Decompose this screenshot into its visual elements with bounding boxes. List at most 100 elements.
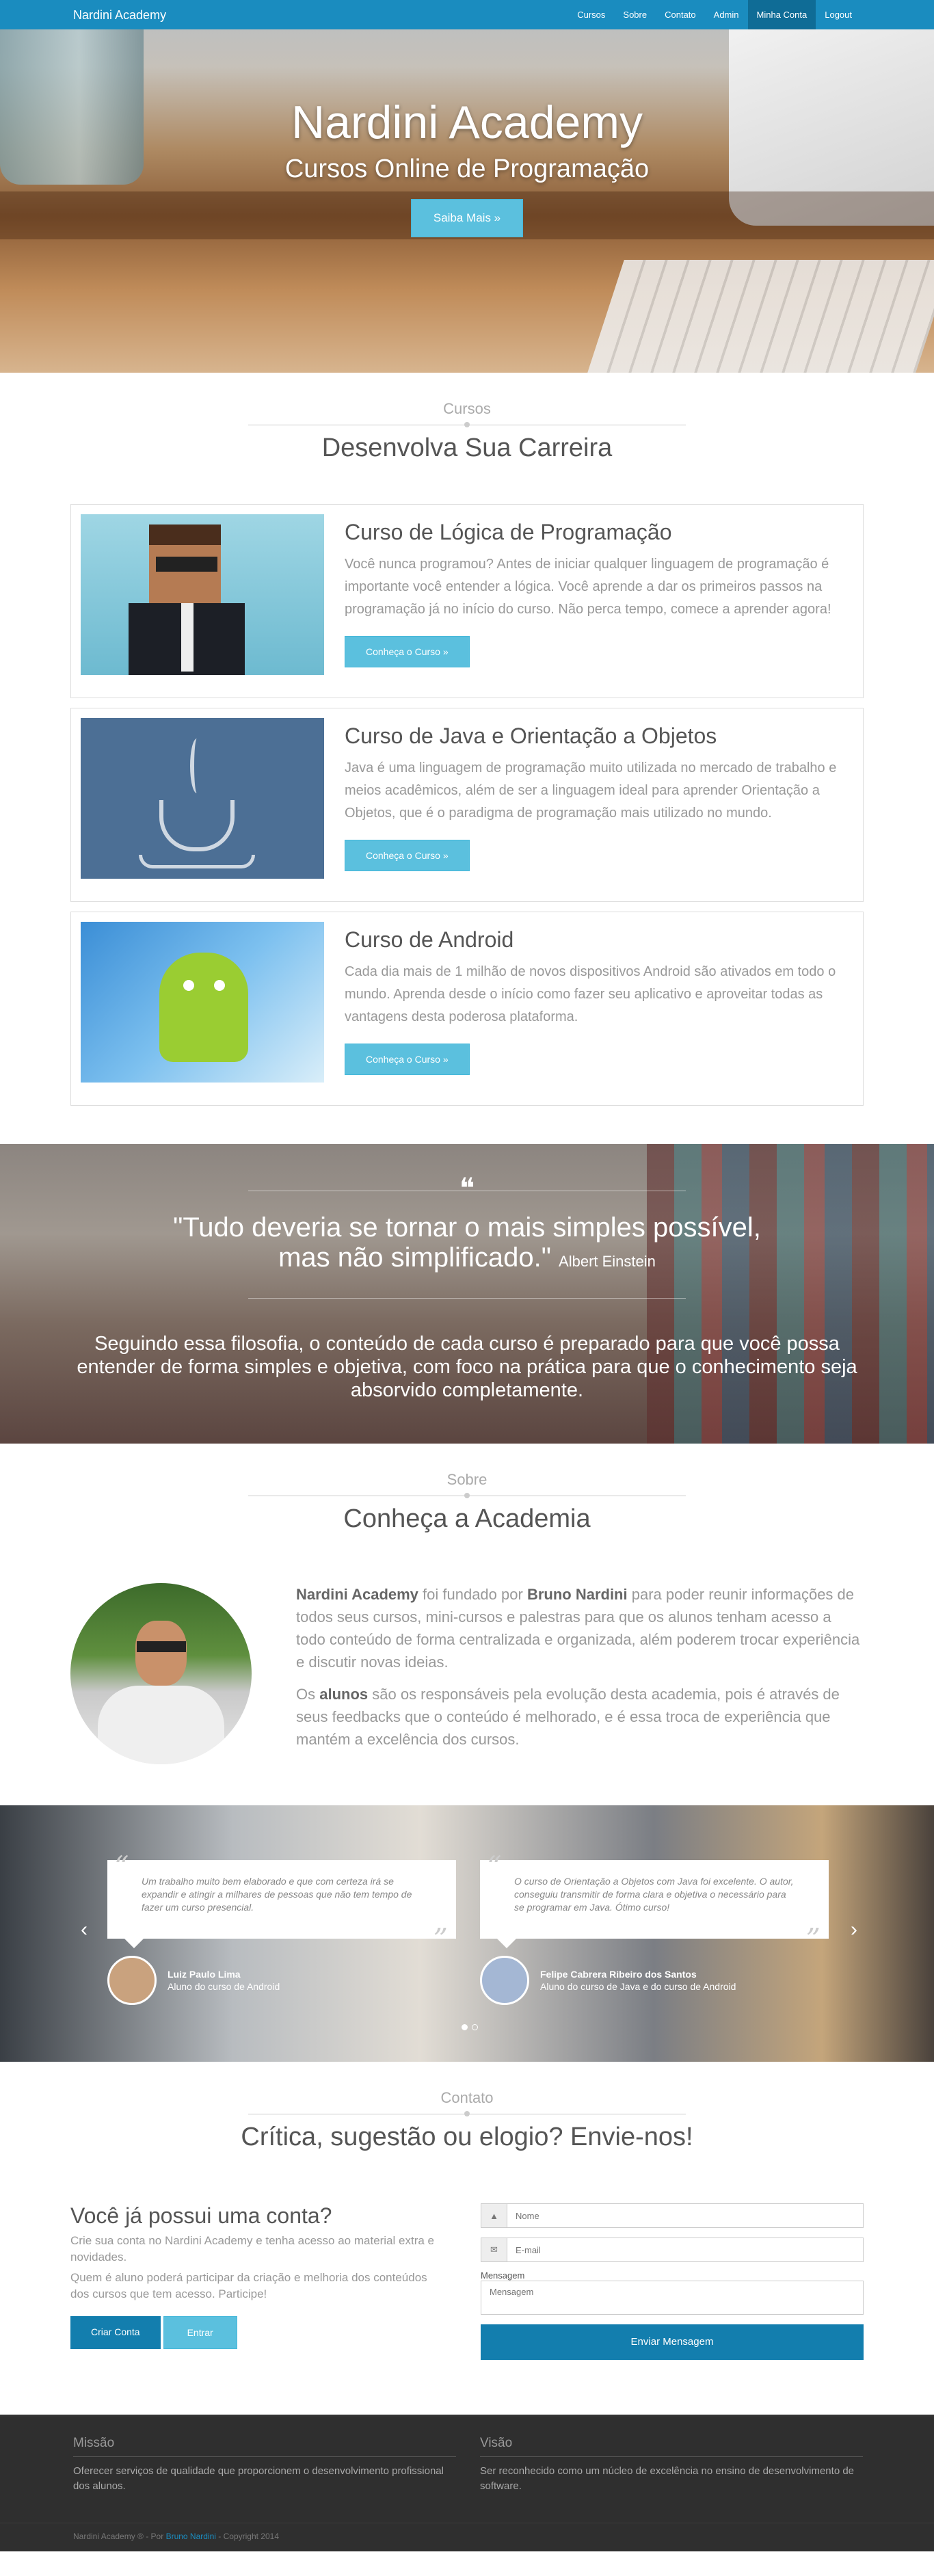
- envelope-icon: ✉: [481, 2238, 507, 2261]
- nav-item-sobre[interactable]: Sobre: [614, 0, 656, 29]
- open-quote-icon: “: [114, 1850, 129, 1883]
- course-title[interactable]: Curso de Lógica de Programação: [345, 520, 853, 545]
- nav-item-logout[interactable]: Logout: [816, 0, 861, 29]
- hero-title: Nardini Academy: [291, 96, 643, 148]
- carousel-dot[interactable]: [462, 2024, 468, 2030]
- about-text-fragment: foi fundado por: [418, 1586, 527, 1603]
- nav-item-cursos[interactable]: Cursos: [568, 0, 614, 29]
- testimonial-author: Felipe Cabrera Ribeiro dos Santos Aluno …: [480, 1956, 736, 2005]
- testimonials-carousel: ‹ “ Um trabalho muito bem elaborado e qu…: [0, 1805, 934, 2062]
- user-icon: ▲: [481, 2204, 507, 2227]
- about-section: Sobre Conheça a Academia Nardini Academy…: [70, 1444, 864, 1805]
- student-avatar: [107, 1956, 157, 2005]
- quote-line-1: "Tudo deveria se tornar o mais simples p…: [173, 1212, 761, 1243]
- course-title[interactable]: Curso de Android: [345, 927, 853, 953]
- account-panel: Você já possui uma conta? Crie sua conta…: [70, 2203, 440, 2360]
- course-description: Java é uma linguagem de programação muit…: [345, 760, 837, 821]
- course-card-android: Curso de Android Cada dia mais de 1 milh…: [70, 912, 864, 1106]
- carousel-dot[interactable]: [472, 2024, 478, 2030]
- testimonial-text: Um trabalho muito bem elaborado e que co…: [142, 1876, 412, 1913]
- quote-divider-bottom: [248, 1298, 686, 1299]
- course-thumbnail-java-cup[interactable]: [81, 718, 324, 879]
- nav-menu: Cursos Sobre Contato Admin Minha Conta L…: [568, 0, 861, 29]
- testimonial-card: “ O curso de Orientação a Objetos com Ja…: [480, 1850, 829, 1954]
- carousel-prev-arrow-icon[interactable]: ‹: [81, 1918, 88, 1941]
- hero-more-button[interactable]: Saiba Mais »: [410, 199, 524, 237]
- email-input[interactable]: [507, 2238, 863, 2261]
- hero-subtitle: Cursos Online de Programação: [284, 155, 650, 183]
- copyright-bar: Nardini Academy ® - Por Bruno Nardini - …: [0, 2523, 934, 2542]
- about-section-label: Sobre: [446, 1471, 488, 1488]
- copyright-suffix: - Copyright 2014: [215, 2532, 279, 2541]
- send-message-button[interactable]: Enviar Mensagem: [481, 2324, 864, 2360]
- course-title[interactable]: Curso de Java e Orientação a Objetos: [345, 723, 853, 749]
- about-section-title: Conheça a Academia: [343, 1504, 591, 1533]
- testimonial-text: O curso de Orientação a Objetos com Java…: [514, 1876, 794, 1913]
- login-button[interactable]: Entrar: [163, 2316, 237, 2349]
- copyright-prefix: Nardini Academy ® - Por: [73, 2532, 166, 2541]
- about-brand-name: Nardini Academy: [296, 1586, 418, 1603]
- nav-item-admin[interactable]: Admin: [705, 0, 748, 29]
- nav-item-contato[interactable]: Contato: [656, 0, 705, 29]
- footer-vision: Visão Ser reconhecido como um núcleo de …: [480, 2436, 863, 2494]
- hero-banner: Nardini Academy Cursos Online de Program…: [0, 0, 934, 373]
- footer-divider: [73, 2456, 456, 2457]
- carousel-indicators: [462, 2024, 478, 2030]
- hero-keyboard-image: [587, 260, 934, 373]
- vision-text: Ser reconhecido como um núcleo de excelê…: [480, 2465, 855, 2492]
- student-avatar: [480, 1956, 529, 2005]
- courses-section-title: Desenvolva Sua Carreira: [321, 434, 613, 462]
- about-text-fragment: são os responsáveis pela evolução desta …: [296, 1686, 840, 1748]
- about-paragraph-1: Nardini Academy foi fundado por Bruno Na…: [296, 1583, 864, 1673]
- about-paragraph-2: Os alunos são os responsáveis pela evolu…: [296, 1683, 864, 1751]
- quote-line-2: mas não simplificado.": [278, 1243, 551, 1273]
- contact-section-label: Contato: [440, 2089, 494, 2106]
- contact-section-title: Crítica, sugestão ou elogio? Envie-nos!: [241, 2123, 693, 2151]
- navbar-brand[interactable]: Nardini Academy: [73, 8, 166, 23]
- quote-banner: ❝ "Tudo deveria se tornar o mais simples…: [0, 1144, 934, 1444]
- courses-section-label: Cursos: [443, 400, 491, 417]
- founder-avatar: [70, 1583, 252, 1764]
- about-founder-name: Bruno Nardini: [526, 1586, 628, 1603]
- student-course: Aluno do curso de Android: [168, 1981, 280, 1992]
- message-textarea[interactable]: [481, 2281, 864, 2315]
- footer: Missão Oferecer serviços de qualidade qu…: [0, 2415, 934, 2551]
- contact-form: ▲ ✉ Mensagem Enviar Mensagem: [481, 2203, 864, 2360]
- open-quote-icon: “: [487, 1850, 502, 1883]
- contact-section: Contato Crítica, sugestão ou elogio? Env…: [70, 2062, 864, 2415]
- student-course: Aluno do curso de Java e do curso de And…: [540, 1981, 736, 1992]
- student-name: Felipe Cabrera Ribeiro dos Santos: [540, 1969, 697, 1980]
- mission-title: Missão: [73, 2436, 115, 2450]
- author-link[interactable]: Bruno Nardini: [166, 2532, 216, 2541]
- nav-item-minha-conta[interactable]: Minha Conta: [747, 0, 816, 29]
- create-account-button[interactable]: Criar Conta: [70, 2316, 161, 2349]
- account-text-2: Quem é aluno poderá participar da criaçã…: [70, 2271, 427, 2300]
- course-details-button[interactable]: Conheça o Curso »: [345, 1044, 470, 1075]
- mission-text: Oferecer serviços de qualidade que propo…: [73, 2465, 444, 2492]
- top-navbar: Nardini Academy Cursos Sobre Contato Adm…: [0, 0, 934, 29]
- course-card-java: Curso de Java e Orientação a Objetos Jav…: [70, 708, 864, 902]
- account-title: Você já possui uma conta?: [70, 2203, 332, 2228]
- course-thumbnail-android-robot[interactable]: [81, 922, 324, 1083]
- vision-title: Visão: [480, 2436, 513, 2450]
- course-description: Cada dia mais de 1 milhão de novos dispo…: [345, 964, 836, 1024]
- course-details-button[interactable]: Conheça o Curso »: [345, 636, 470, 667]
- testimonial-card: “ Um trabalho muito bem elaborado e que …: [107, 1850, 456, 1954]
- testimonial-author: Luiz Paulo Lima Aluno do curso de Androi…: [107, 1956, 280, 2005]
- message-label: Mensagem: [481, 2270, 525, 2281]
- about-text: Nardini Academy foi fundado por Bruno Na…: [296, 1583, 864, 1764]
- student-name: Luiz Paulo Lima: [168, 1969, 241, 1980]
- course-details-button[interactable]: Conheça o Curso »: [345, 840, 470, 871]
- footer-divider: [480, 2456, 863, 2457]
- carousel-next-arrow-icon[interactable]: ›: [851, 1918, 857, 1941]
- course-thumbnail-pixel-man[interactable]: [81, 514, 324, 675]
- quote-author: Albert Einstein: [559, 1253, 656, 1270]
- name-input[interactable]: [507, 2204, 863, 2227]
- course-card-logica: Curso de Lógica de Programação Você nunc…: [70, 504, 864, 698]
- about-text-fragment: Os: [296, 1686, 320, 1703]
- close-quote-icon: ”: [433, 1922, 448, 1956]
- quote-mark-icon: ❝: [459, 1171, 475, 1205]
- about-students-word: alunos: [319, 1686, 369, 1703]
- footer-mission: Missão Oferecer serviços de qualidade qu…: [73, 2436, 456, 2494]
- courses-section: Cursos Desenvolva Sua Carreira Curso de …: [70, 373, 864, 1133]
